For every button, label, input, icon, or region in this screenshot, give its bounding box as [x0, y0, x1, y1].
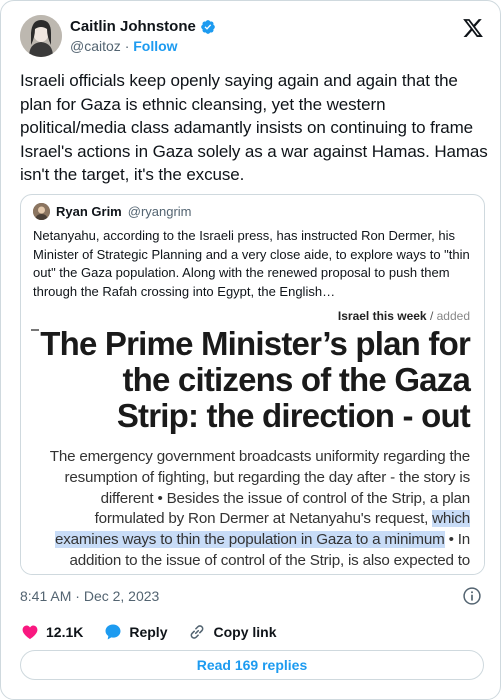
source-separator: /	[426, 309, 437, 323]
tweet-timestamp[interactable]: 8:41 AM · Dec 2, 2023	[20, 587, 159, 606]
tweet-card: Caitlin Johnstone @caitoz · Follow Israe…	[0, 0, 501, 700]
article-source: Israel this week / added	[338, 308, 470, 324]
source-added: added	[436, 309, 470, 323]
copy-link-button[interactable]: Copy link	[187, 622, 277, 642]
quoted-article-image: Israel this week / added The Prime Minis…	[21, 308, 484, 574]
reply-button[interactable]: Reply	[103, 622, 167, 642]
author-avatar[interactable]	[20, 15, 62, 57]
timestamp-separator: ·	[75, 588, 80, 604]
read-replies-button[interactable]: Read 169 replies	[20, 650, 484, 680]
quoted-author-name: Ryan Grim	[56, 204, 122, 219]
verified-badge-icon	[201, 19, 215, 34]
tweet-time: 8:41 AM	[20, 588, 72, 604]
quoted-tweet[interactable]: Ryan Grim @ryangrim Netanyahu, according…	[20, 194, 485, 575]
source-name: Israel this week	[337, 309, 427, 323]
handle-separator: ·	[124, 38, 130, 54]
author-name[interactable]: Caitlin Johnstone	[70, 17, 196, 36]
tweet-date: Dec 2, 2023	[83, 588, 160, 604]
author-handle[interactable]: @caitoz	[70, 38, 121, 54]
tweet-text: Israeli officials keep openly saying aga…	[20, 71, 488, 184]
article-body: The emergency government broadcasts unif…	[30, 447, 470, 574]
heart-icon	[22, 625, 38, 640]
like-button[interactable]: 12.1K	[20, 622, 83, 642]
link-icon	[191, 625, 204, 639]
quoted-tweet-text: Netanyahu, according to the Israeli pres…	[33, 228, 470, 299]
tweet-header: Caitlin Johnstone @caitoz · Follow	[20, 15, 484, 63]
decorative-mark	[31, 329, 39, 333]
follow-button[interactable]: Follow	[133, 38, 177, 54]
article-headline: The Prime Minister’s plan for the citize…	[40, 325, 471, 434]
quoted-tweet-header: Ryan Grim @ryangrim	[33, 203, 192, 220]
quoted-author-handle: @ryangrim	[127, 204, 192, 219]
article-body-pre: The emergency government broadcasts unif…	[49, 448, 470, 528]
reply-bubble-icon	[105, 624, 121, 640]
tweet-actions: 12.1K Reply Copy link	[20, 621, 297, 643]
reply-label: Reply	[129, 624, 168, 640]
x-logo-icon[interactable]	[462, 17, 484, 39]
copy-link-label: Copy link	[213, 624, 277, 640]
quoted-author-avatar	[33, 203, 50, 220]
like-count: 12.1K	[46, 624, 84, 640]
info-icon[interactable]	[462, 586, 482, 606]
author-info: Caitlin Johnstone @caitoz · Follow	[70, 17, 216, 56]
